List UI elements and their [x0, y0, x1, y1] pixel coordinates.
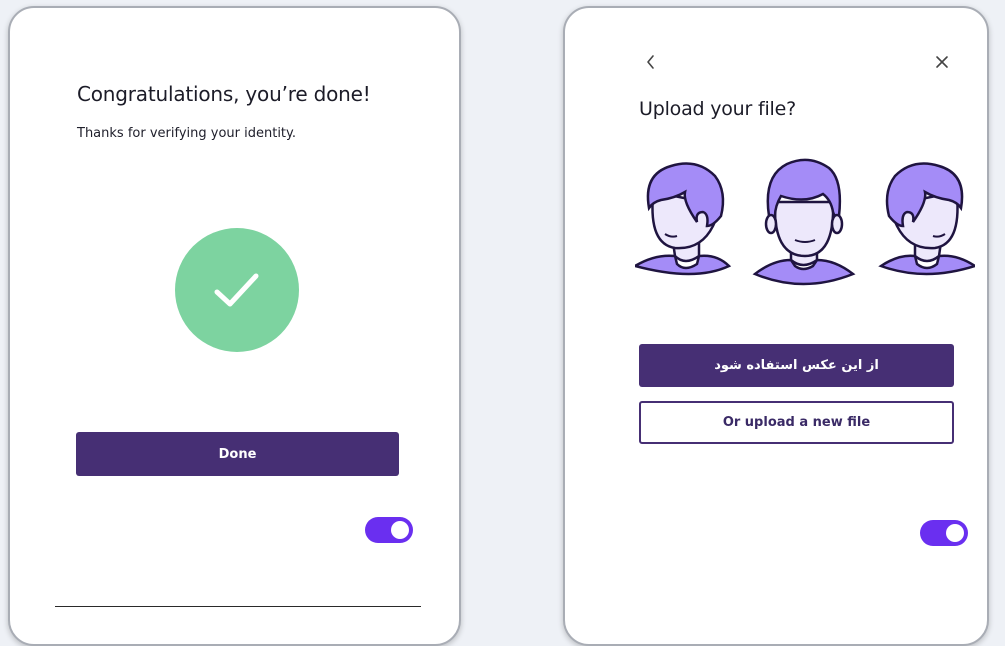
avatar-right-profile-icon — [878, 162, 975, 276]
upload-title: Upload your file? — [639, 98, 796, 120]
close-icon[interactable] — [934, 54, 950, 70]
verification-complete-card: Congratulations, you’re done! Thanks for… — [8, 6, 461, 646]
success-checkmark-icon — [175, 228, 299, 352]
completion-subtitle: Thanks for verifying your identity. — [77, 126, 296, 141]
avatar-left-profile-icon — [635, 162, 732, 276]
divider — [55, 606, 421, 607]
toggle-switch[interactable] — [365, 517, 413, 543]
toggle-knob — [946, 524, 964, 542]
avatars-illustration — [635, 158, 975, 286]
upload-file-card: Upload your file? از این عکس استفاده شود… — [563, 6, 989, 646]
avatar-front-icon — [752, 158, 856, 286]
use-this-photo-button[interactable]: از این عکس استفاده شود — [639, 344, 954, 387]
chevron-left-icon[interactable] — [645, 54, 657, 70]
upload-new-file-button[interactable]: Or upload a new file — [639, 401, 954, 444]
toggle-knob — [391, 521, 409, 539]
completion-title: Congratulations, you’re done! — [77, 82, 371, 106]
done-button[interactable]: Done — [76, 432, 399, 476]
toggle-switch[interactable] — [920, 520, 968, 546]
